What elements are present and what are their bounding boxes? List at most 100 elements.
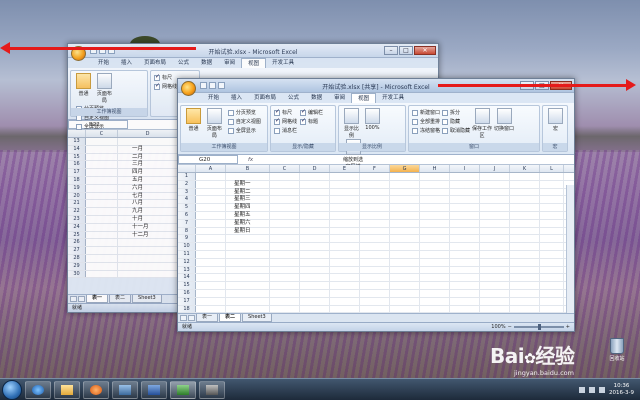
cell[interactable] [86, 231, 118, 239]
full-screen-button[interactable]: 全屏显示 [227, 126, 261, 135]
cell[interactable] [390, 258, 420, 266]
cell[interactable] [300, 289, 330, 297]
cell[interactable] [300, 188, 330, 196]
cell[interactable] [480, 204, 510, 211]
cell[interactable] [300, 180, 330, 188]
row-header[interactable]: 12 [178, 258, 196, 266]
cell[interactable] [450, 274, 480, 282]
cell[interactable] [540, 282, 564, 289]
cell[interactable] [540, 227, 564, 235]
zoom-slider[interactable] [513, 324, 564, 330]
cell[interactable] [480, 274, 510, 282]
split-button[interactable]: 拆分 [442, 108, 470, 117]
row-header[interactable]: 5 [178, 204, 196, 211]
cell[interactable] [196, 289, 226, 297]
cell[interactable] [450, 219, 480, 227]
cell[interactable]: 星期二 [226, 188, 270, 196]
cell[interactable] [540, 297, 564, 305]
cell[interactable] [86, 208, 118, 215]
cell[interactable] [300, 274, 330, 282]
taskbar-app-button[interactable] [199, 380, 225, 399]
cell[interactable] [540, 243, 564, 250]
cell[interactable]: 十月 [118, 215, 178, 223]
cell[interactable] [540, 173, 564, 180]
cell[interactable] [510, 250, 540, 258]
cell[interactable] [118, 247, 178, 254]
row-header[interactable]: 30 [68, 270, 86, 278]
row-header[interactable]: 27 [68, 247, 86, 254]
row-header[interactable]: 26 [68, 239, 86, 247]
cell[interactable] [420, 235, 450, 243]
cell[interactable] [420, 173, 450, 180]
cell[interactable]: 星期一 [226, 180, 270, 188]
col-header[interactable]: K [510, 165, 540, 172]
custom-views-button[interactable]: 自定义视图 [227, 117, 261, 126]
sheet-tab[interactable]: 表一 [196, 314, 219, 322]
col-header[interactable]: C [270, 165, 300, 172]
cell[interactable] [390, 173, 420, 180]
col-header[interactable]: D [300, 165, 330, 172]
cell[interactable] [330, 235, 360, 243]
cell[interactable] [510, 282, 540, 289]
taskbar-word-button[interactable] [141, 380, 167, 399]
cell[interactable] [270, 297, 300, 305]
row-header[interactable]: 9 [178, 235, 196, 243]
cell[interactable] [540, 250, 564, 258]
sheet-tab[interactable]: 表二 [219, 314, 242, 322]
cell[interactable] [196, 204, 226, 211]
row-header[interactable]: 7 [178, 219, 196, 227]
cell[interactable]: 星期五 [226, 211, 270, 219]
row-header[interactable]: 29 [68, 262, 86, 270]
cell[interactable] [330, 250, 360, 258]
cell[interactable] [480, 173, 510, 180]
cell[interactable]: 七月 [118, 192, 178, 200]
zoom-level[interactable]: 100% [491, 323, 505, 331]
row-header[interactable]: 8 [178, 227, 196, 235]
zoom-out-button[interactable]: − [508, 323, 512, 331]
tab-page-layout[interactable]: 页面布局 [248, 93, 282, 103]
row-header[interactable]: 17 [68, 169, 86, 176]
cell[interactable] [510, 258, 540, 266]
normal-view-button[interactable]: 普通 [74, 73, 93, 97]
cell[interactable] [300, 204, 330, 211]
cell[interactable] [226, 266, 270, 274]
row-header[interactable]: 15 [178, 282, 196, 289]
cell[interactable] [86, 247, 118, 254]
cell[interactable] [450, 305, 480, 313]
cell[interactable] [330, 297, 360, 305]
cell[interactable] [300, 297, 330, 305]
recycle-bin-icon[interactable]: 回收站 [606, 338, 628, 362]
cell[interactable]: 星期六 [226, 219, 270, 227]
cell[interactable] [330, 180, 360, 188]
cell[interactable] [86, 161, 118, 169]
row-header[interactable]: 20 [68, 192, 86, 200]
cell[interactable] [196, 235, 226, 243]
cell[interactable]: 星期三 [226, 196, 270, 204]
cell[interactable] [86, 145, 118, 153]
row-header[interactable]: 3 [178, 188, 196, 196]
cell[interactable] [510, 219, 540, 227]
row-header[interactable]: 21 [68, 200, 86, 208]
tab-formulas[interactable]: 公式 [282, 93, 305, 103]
cell[interactable] [450, 180, 480, 188]
cell[interactable] [196, 188, 226, 196]
cell[interactable] [480, 282, 510, 289]
page-break-button[interactable]: 分页预览 [227, 108, 261, 117]
cell[interactable] [360, 188, 390, 196]
cell[interactable] [226, 243, 270, 250]
cell[interactable] [300, 219, 330, 227]
cell[interactable] [330, 196, 360, 204]
vertical-scrollbar[interactable] [566, 185, 574, 313]
start-button-icon[interactable] [2, 379, 22, 400]
row-header[interactable]: 28 [68, 254, 86, 262]
cell[interactable] [330, 227, 360, 235]
row-header[interactable]: 1 [178, 173, 196, 180]
sheet-tab[interactable]: 表一 [86, 295, 109, 303]
cell[interactable] [86, 254, 118, 262]
row-header[interactable]: 14 [68, 145, 86, 153]
cell[interactable] [390, 196, 420, 204]
tab-view[interactable]: 视图 [241, 58, 267, 68]
col-header[interactable]: J [480, 165, 510, 172]
cell[interactable] [360, 204, 390, 211]
cell[interactable] [360, 211, 390, 219]
